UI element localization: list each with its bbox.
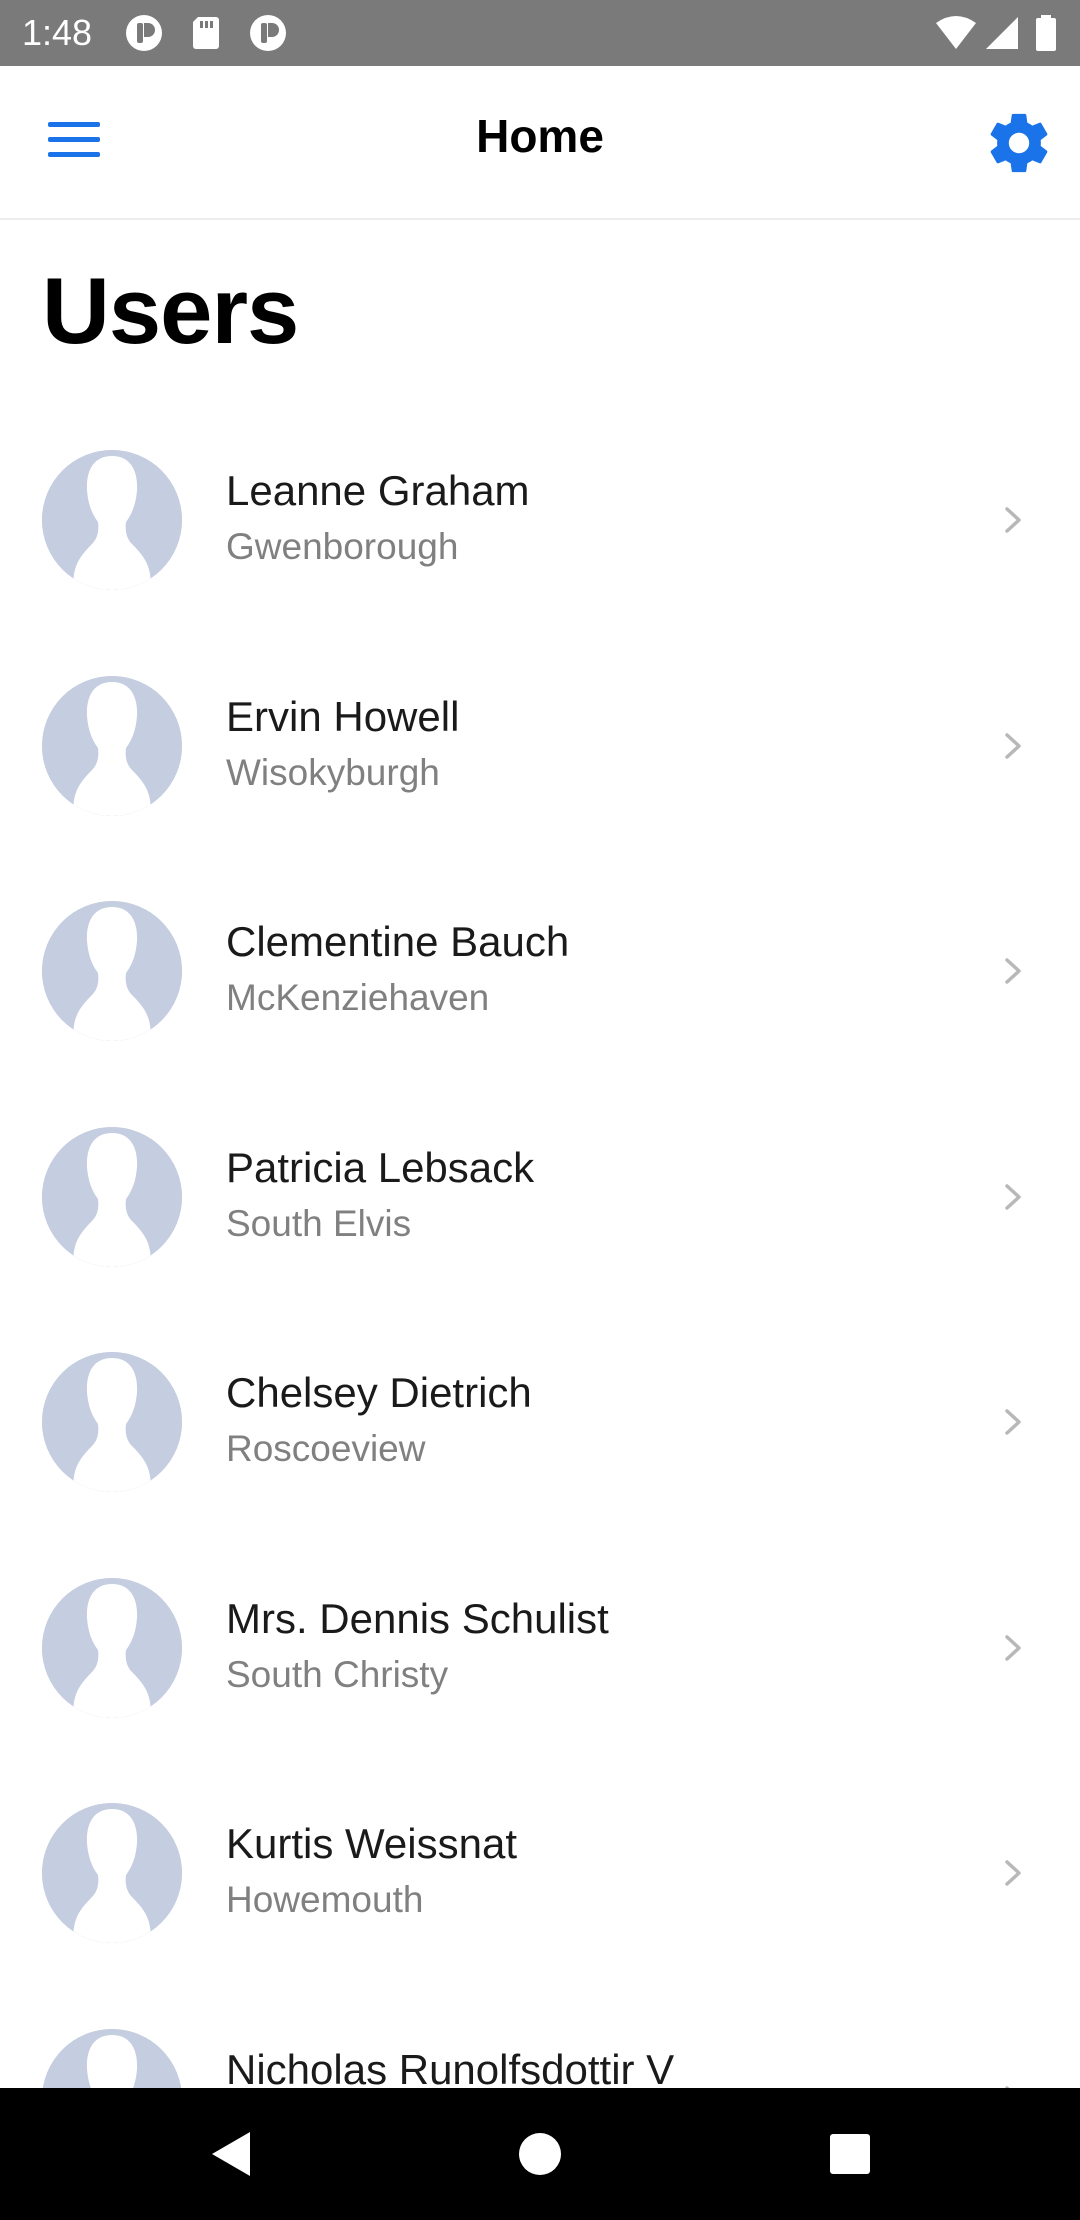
user-city: Wisokyburgh [226,752,440,793]
chevron-right-icon [1002,1632,1026,1664]
avatar [42,1578,182,1718]
hamburger-menu-icon [48,122,100,157]
recents-button[interactable] [820,2124,880,2184]
chevron-right-icon [1002,730,1026,762]
chevron-right-icon [1002,955,1026,987]
user-name: Patricia Lebsack [226,1144,535,1191]
notification-app-icon [250,15,286,51]
battery-icon [1036,15,1056,51]
user-list-item[interactable]: Nicholas Runolfsdottir V [0,1979,1080,2088]
avatar [42,450,182,590]
user-name: Leanne Graham [226,467,530,514]
avatar [42,676,182,816]
chevron-right-icon [1002,1857,1026,1889]
navigation-bar [0,2088,1080,2220]
app-bar: Home [0,66,1080,220]
user-name: Ervin Howell [226,693,460,740]
user-name: Kurtis Weissnat [226,1820,517,1867]
user-list-item[interactable]: Clementine Bauch McKenziehaven [0,851,1080,1076]
user-name: Clementine Bauch [226,918,570,965]
user-city: South Christy [226,1654,449,1695]
back-button[interactable] [204,2124,264,2184]
user-list-item[interactable]: Patricia Lebsack South Elvis [0,1077,1080,1302]
screen: 1:48 Home Users Leanne Graham Gwenboroug… [0,0,1080,2220]
avatar [42,1352,182,1492]
settings-button[interactable] [984,108,1054,178]
user-name: Chelsey Dietrich [226,1369,532,1416]
notification-app-icon [126,15,162,51]
status-time: 1:48 [22,12,93,53]
chevron-right-icon [1002,1181,1026,1213]
page-title: Home [476,110,604,162]
user-city: Gwenborough [226,526,459,567]
user-city: Howemouth [226,1879,424,1920]
status-bar: 1:48 [0,0,1080,66]
user-list-item[interactable]: Chelsey Dietrich Roscoeview [0,1302,1080,1527]
chevron-right-icon [1002,504,1026,536]
avatar [42,2029,182,2088]
user-list: Leanne Graham Gwenborough Ervin Howell Wiso… [0,400,1080,2088]
user-list-item[interactable]: Ervin Howell Wisokyburgh [0,626,1080,851]
sd-card-icon [193,17,219,49]
section-heading: Users [42,258,299,363]
chevron-right-icon [1002,1406,1026,1438]
user-name: Nicholas Runolfsdottir V [226,2046,675,2088]
user-city: Roscoeview [226,1428,426,1469]
avatar [42,1127,182,1267]
user-name: Mrs. Dennis Schulist [226,1595,609,1642]
user-list-item[interactable]: Kurtis Weissnat Howemouth [0,1753,1080,1978]
wifi-icon [936,16,976,49]
user-list-item[interactable]: Leanne Graham Gwenborough [0,400,1080,625]
back-triangle-icon [212,2132,250,2176]
user-city: South Elvis [226,1203,412,1244]
user-city: McKenziehaven [226,977,490,1018]
home-button[interactable] [510,2124,570,2184]
avatar [42,1803,182,1943]
user-list-item[interactable]: Mrs. Dennis Schulist South Christy [0,1528,1080,1753]
recents-square-icon [830,2134,870,2174]
avatar [42,901,182,1041]
cellular-signal-icon [986,17,1018,49]
menu-button[interactable] [38,110,110,170]
gear-icon [990,113,1048,173]
home-circle-icon [519,2133,561,2175]
